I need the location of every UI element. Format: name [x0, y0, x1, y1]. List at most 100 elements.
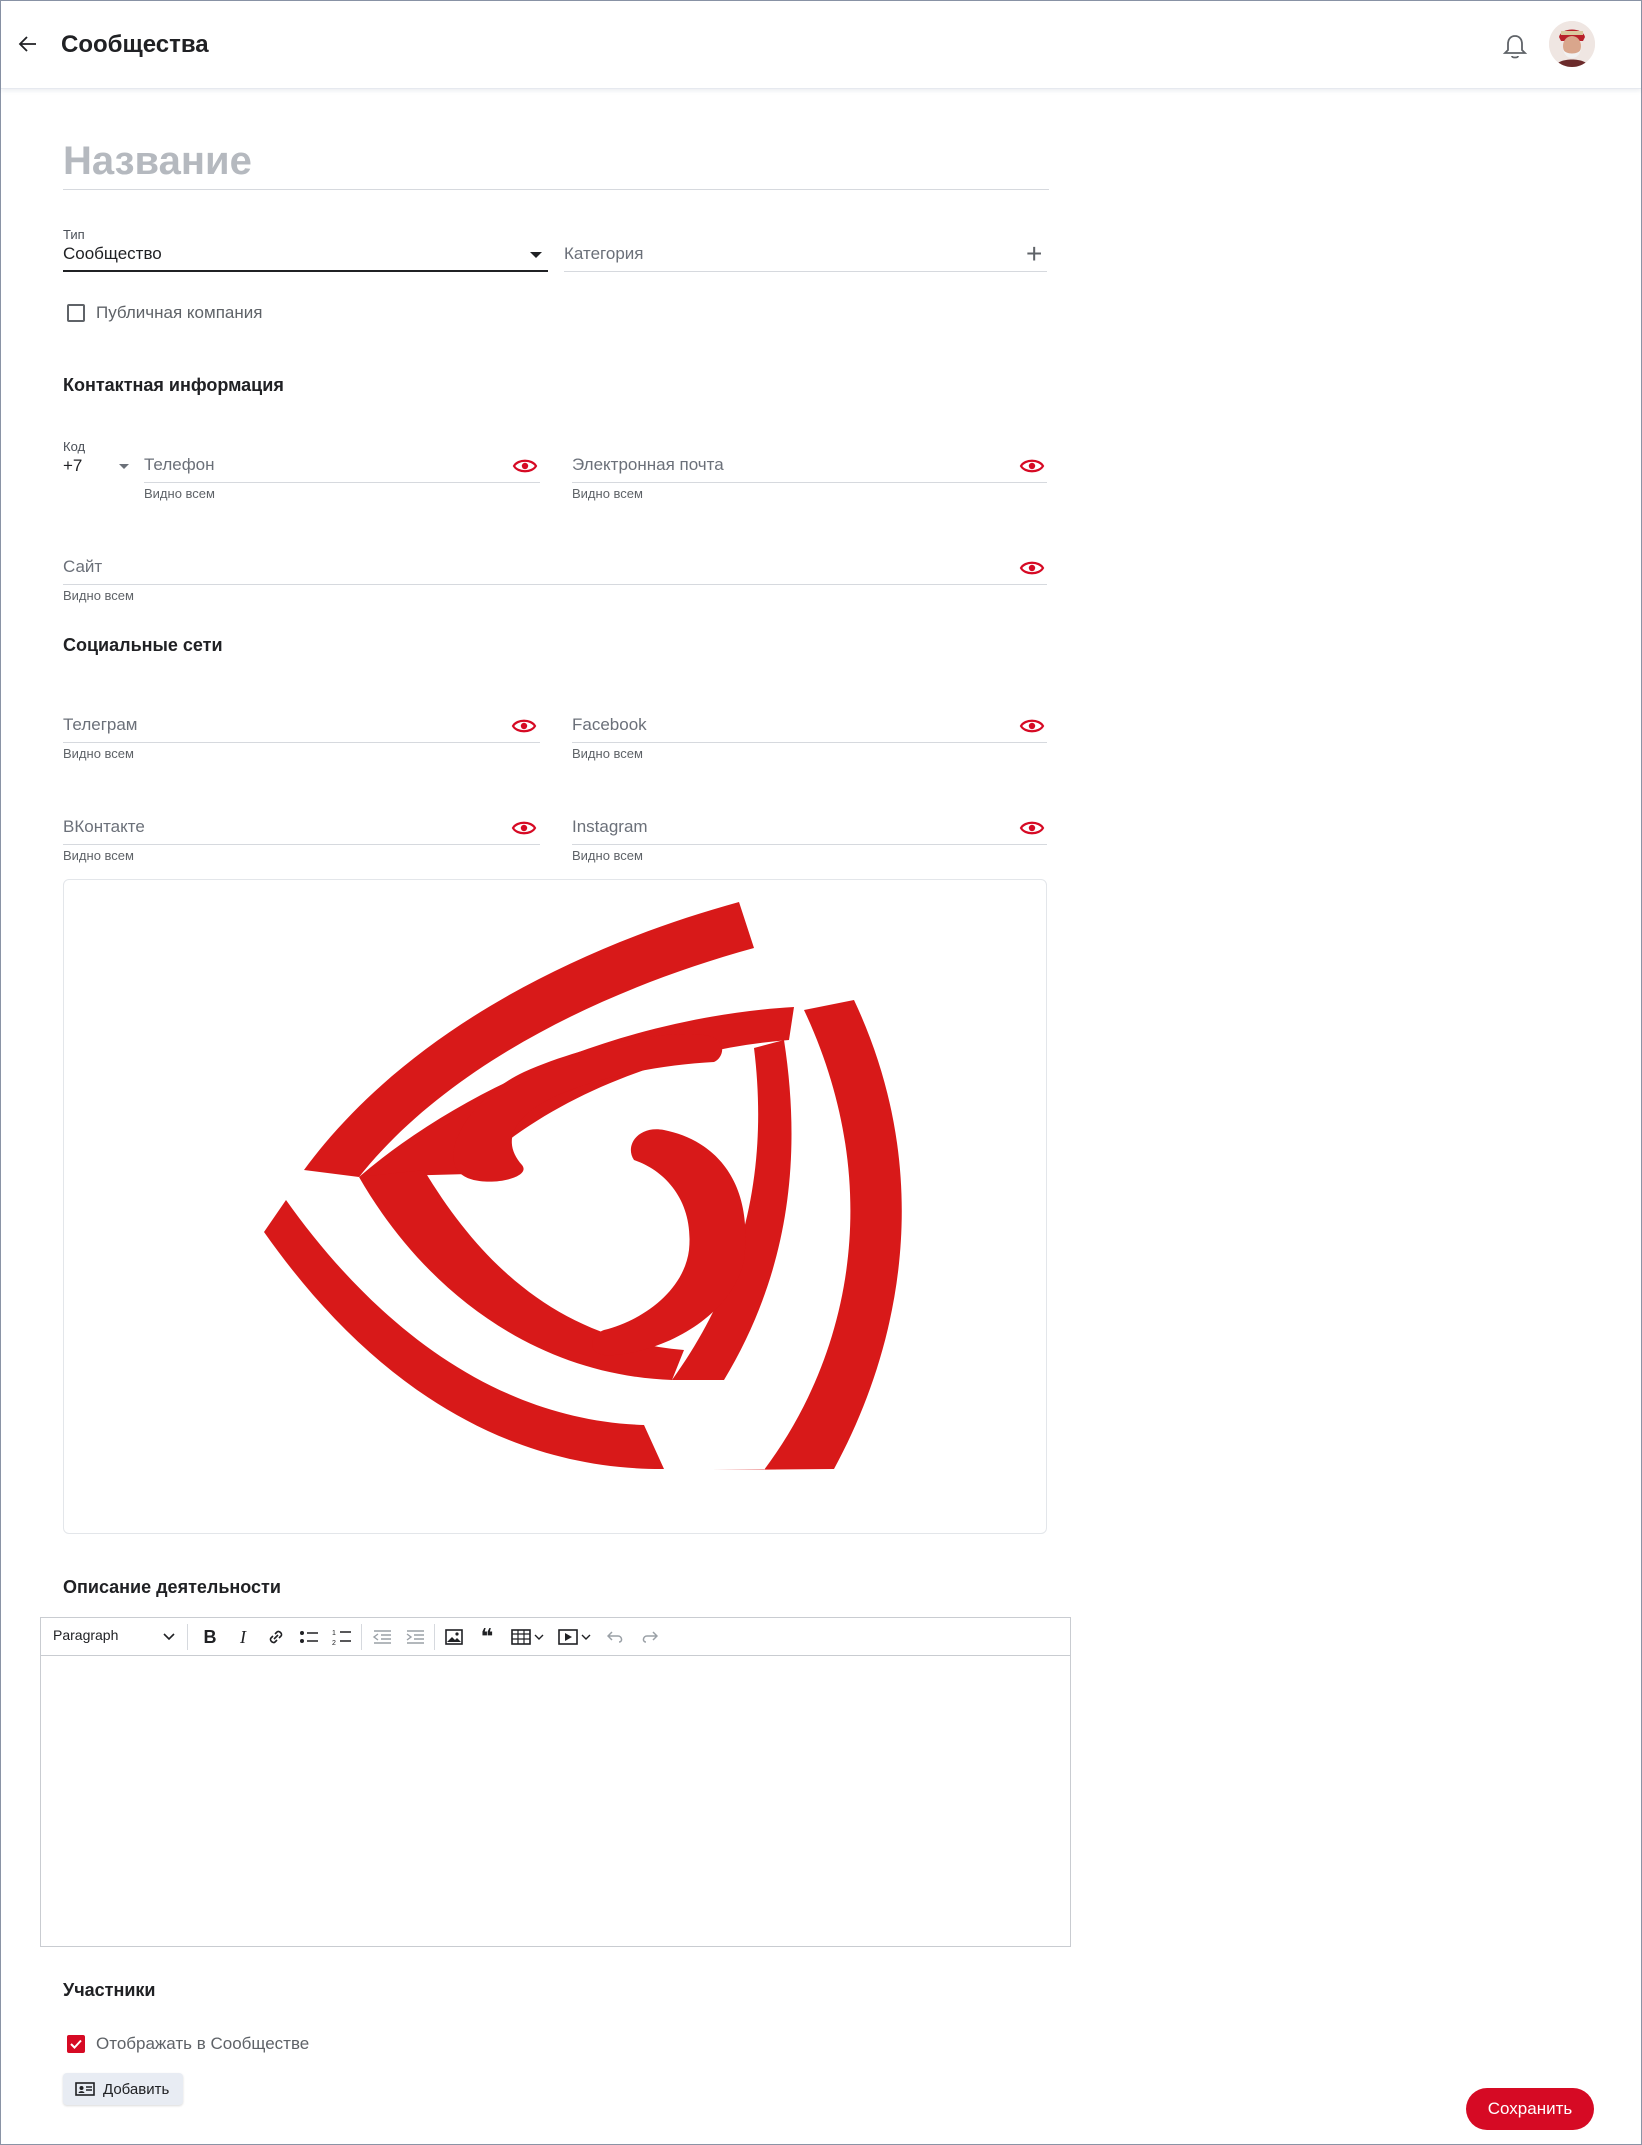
vk-hint: Видно всем	[63, 848, 134, 863]
link-icon	[269, 1630, 283, 1644]
caret-down-icon	[119, 464, 129, 469]
type-select[interactable]: Сообщество	[63, 236, 548, 272]
members-title: Участники	[63, 1980, 156, 2000]
user-avatar[interactable]	[1549, 21, 1595, 67]
vk-placeholder: ВКонтакте	[63, 817, 145, 836]
chevron-down-icon	[534, 1634, 543, 1640]
site-placeholder: Сайт	[63, 557, 103, 576]
eye-icon[interactable]	[511, 819, 537, 837]
show-in-community-checkbox[interactable]	[67, 2035, 85, 2053]
italic-icon: I	[240, 1626, 246, 1647]
image-icon	[445, 1629, 463, 1645]
site-field[interactable]: Сайт	[63, 549, 1047, 585]
public-company-label: Публичная компания	[96, 303, 263, 322]
toolbar-divider	[361, 1624, 362, 1650]
description-title: Описание деятельности	[63, 1577, 281, 1597]
category-field[interactable]: Категория +	[564, 236, 1047, 272]
facebook-hint: Видно всем	[572, 746, 643, 761]
facebook-placeholder: Facebook	[572, 715, 647, 734]
indent-button[interactable]	[402, 1624, 428, 1650]
bold-button[interactable]: B	[197, 1624, 223, 1650]
page-title: Сообщества	[61, 31, 209, 58]
type-value: Сообщество	[63, 244, 162, 263]
insert-table-button[interactable]	[507, 1624, 547, 1650]
undo-icon	[607, 1631, 623, 1643]
outdent-button[interactable]	[369, 1624, 395, 1650]
redo-button[interactable]	[636, 1624, 662, 1650]
eye-icon[interactable]	[1019, 717, 1045, 735]
numbered-list-button[interactable]: 12	[329, 1624, 355, 1650]
eye-icon[interactable]	[512, 457, 538, 475]
email-field[interactable]: Электронная почта	[572, 447, 1047, 483]
eye-icon[interactable]	[1019, 559, 1045, 577]
top-bar: Сообщества	[1, 1, 1641, 89]
eye-icon[interactable]	[511, 717, 537, 735]
bold-icon: B	[203, 1626, 217, 1647]
instagram-hint: Видно всем	[572, 848, 643, 863]
caret-down-icon	[530, 252, 542, 258]
insert-image-button[interactable]	[441, 1624, 467, 1650]
contact-card-icon	[75, 2082, 95, 2096]
phone-placeholder: Телефон	[144, 455, 215, 474]
undo-button[interactable]	[603, 1624, 629, 1650]
bulleted-list-icon	[300, 1631, 318, 1643]
phone-hint: Видно всем	[144, 486, 215, 501]
chevron-down-icon	[163, 1633, 175, 1641]
checkmark-icon	[70, 2039, 82, 2049]
numbered-list-icon: 12	[332, 1630, 351, 1646]
redo-icon	[642, 1631, 658, 1643]
facebook-field[interactable]: Facebook	[572, 707, 1047, 743]
notifications-button[interactable]	[1501, 31, 1529, 61]
blockquote-button[interactable]: ❝	[474, 1624, 500, 1650]
paragraph-format-select[interactable]: Paragraph	[53, 1627, 118, 1643]
back-button[interactable]	[13, 29, 43, 59]
public-company-checkbox[interactable]	[67, 304, 85, 322]
insert-media-button[interactable]	[554, 1624, 594, 1650]
editor-content-area[interactable]	[41, 1656, 1070, 1946]
logo-upload-area[interactable]	[63, 879, 1047, 1534]
italic-button[interactable]: I	[230, 1624, 256, 1650]
phone-code-select[interactable]: +7	[63, 448, 135, 484]
editor-toolbar: Paragraph B I 12 ❝	[41, 1618, 1070, 1656]
name-input[interactable]	[63, 134, 1049, 190]
add-category-icon[interactable]: +	[1026, 240, 1042, 268]
telegram-hint: Видно всем	[63, 746, 134, 761]
show-in-community-label: Отображать в Сообществе	[96, 2034, 310, 2053]
email-hint: Видно всем	[572, 486, 643, 501]
instagram-field[interactable]: Instagram	[572, 809, 1047, 845]
quote-icon: ❝	[480, 1624, 494, 1649]
vk-field[interactable]: ВКонтакте	[63, 809, 540, 845]
rich-text-editor: Paragraph B I 12 ❝	[40, 1617, 1071, 1947]
arrow-left-icon	[18, 36, 36, 52]
save-button[interactable]: Сохранить	[1466, 2088, 1594, 2130]
add-member-button[interactable]: Добавить	[63, 2073, 183, 2105]
phone-field[interactable]: Телефон	[144, 447, 540, 483]
toolbar-divider	[187, 1624, 188, 1650]
telegram-placeholder: Телеграм	[63, 715, 138, 734]
email-placeholder: Электронная почта	[572, 455, 724, 474]
site-hint: Видно всем	[63, 588, 134, 603]
social-title: Социальные сети	[63, 635, 223, 655]
community-logo-image	[264, 902, 902, 1470]
bell-icon	[1502, 35, 1528, 59]
avatar-image	[1549, 21, 1595, 67]
svg-text:2: 2	[332, 1640, 336, 1646]
toolbar-divider	[434, 1624, 435, 1650]
paragraph-format-label: Paragraph	[53, 1627, 119, 1643]
instagram-placeholder: Instagram	[572, 817, 648, 836]
chevron-down-icon	[581, 1634, 590, 1640]
link-button[interactable]	[263, 1624, 289, 1650]
telegram-field[interactable]: Телеграм	[63, 707, 540, 743]
contacts-title: Контактная информация	[63, 375, 284, 395]
indent-icon	[406, 1630, 424, 1644]
eye-icon[interactable]	[1019, 457, 1045, 475]
add-member-label: Добавить	[103, 2080, 170, 2098]
eye-icon[interactable]	[1019, 819, 1045, 837]
category-placeholder: Категория	[564, 244, 644, 263]
bulleted-list-button[interactable]	[296, 1624, 322, 1650]
table-icon	[510, 1629, 531, 1645]
svg-text:1: 1	[332, 1630, 336, 1637]
media-icon	[557, 1629, 578, 1645]
outdent-icon	[372, 1630, 391, 1644]
phone-code-value: +7	[63, 456, 83, 475]
